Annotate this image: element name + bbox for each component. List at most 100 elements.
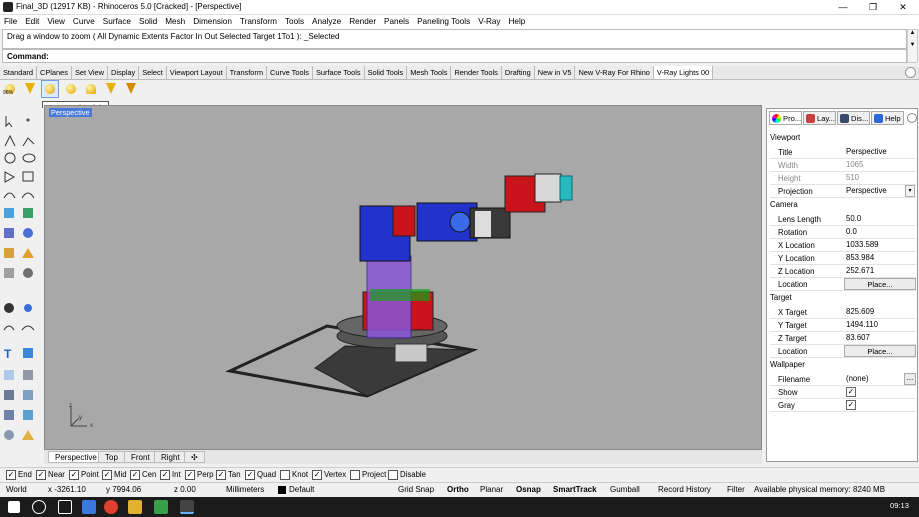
viewport-title[interactable]: Perspective [49, 108, 92, 117]
camera-place-button[interactable]: Place... [844, 278, 916, 290]
menu-curve[interactable]: Curve [69, 15, 99, 29]
units-indicator[interactable]: Millimeters [226, 483, 264, 497]
edge-icon[interactable] [82, 500, 96, 514]
tab-standard[interactable]: Standard [0, 66, 37, 79]
panel-gear-icon[interactable] [907, 113, 917, 123]
lens-length-field[interactable]: 50.0 [844, 213, 916, 225]
menu-view[interactable]: View [43, 15, 69, 29]
osnap-near[interactable]: ✓ Near [36, 469, 65, 481]
tab-display[interactable]: Display [107, 66, 140, 79]
target-place-button[interactable]: Place... [844, 345, 916, 357]
task-view-icon[interactable] [58, 500, 72, 514]
gumball-toggle[interactable]: Gumball [610, 483, 640, 497]
tab-perspective[interactable]: Perspective [48, 451, 104, 463]
menu-tools[interactable]: Tools [281, 15, 308, 29]
osnap-toggle[interactable]: Osnap [516, 483, 541, 497]
tab-select[interactable]: Select [139, 66, 167, 79]
osnap-checkbox[interactable] [388, 470, 398, 480]
chrome-icon[interactable] [104, 500, 118, 514]
osnap-checkbox[interactable]: ✓ [102, 470, 112, 480]
smarttrack-toggle[interactable]: SmartTrack [553, 483, 597, 497]
menu-solid[interactable]: Solid [135, 15, 161, 29]
tab-top[interactable]: Top [98, 451, 125, 463]
menu-help[interactable]: Help [505, 15, 530, 29]
osnap-knot[interactable]: Knot [280, 469, 308, 481]
osnap-point[interactable]: ✓ Point [69, 469, 99, 481]
x-target-field[interactable]: 825.609 [844, 306, 916, 318]
windows-start-icon[interactable] [8, 501, 20, 513]
tab-cplanes[interactable]: CPlanes [37, 66, 72, 79]
osnap-mid[interactable]: ✓ Mid [102, 469, 127, 481]
matlab-icon[interactable] [154, 500, 168, 514]
filename-field[interactable]: (none) [844, 373, 902, 385]
osnap-checkbox[interactable]: ✓ [6, 470, 16, 480]
title-field[interactable]: Perspective [844, 146, 916, 158]
tab-curve-tools[interactable]: Curve Tools [267, 66, 313, 79]
y-target-field[interactable]: 1494.110 [844, 319, 916, 331]
layer-indicator[interactable]: Default [289, 483, 314, 497]
create-point-light-button[interactable] [41, 80, 60, 98]
osnap-quad[interactable]: ✓ Quad [245, 469, 276, 481]
y-location-field[interactable]: 853.984 [844, 252, 916, 264]
close-button[interactable]: ✕ [888, 0, 918, 15]
tab-vray-lights[interactable]: V-Ray Lights 00 [653, 66, 714, 79]
osnap-checkbox[interactable]: ✓ [185, 470, 195, 480]
menu-surface[interactable]: Surface [99, 15, 135, 29]
sun-light-tool[interactable]: 96% [2, 81, 18, 97]
planar-toggle[interactable]: Planar [480, 483, 503, 497]
show-checkbox[interactable]: ✓ [846, 387, 856, 397]
command-line[interactable]: Command: [2, 49, 907, 63]
menu-paneling-tools[interactable]: Paneling Tools [413, 15, 474, 29]
tab-drafting[interactable]: Drafting [501, 66, 535, 79]
menu-mesh[interactable]: Mesh [161, 15, 189, 29]
tab-display[interactable]: Dis... [837, 111, 870, 125]
osnap-checkbox[interactable]: ✓ [130, 470, 140, 480]
dome-light-tool[interactable] [83, 81, 99, 97]
osnap-perp[interactable]: ✓ Perp [185, 469, 213, 481]
tab-render-tools[interactable]: Render Tools [451, 66, 502, 79]
tab-solid-tools[interactable]: Solid Tools [364, 66, 408, 79]
menu-dimension[interactable]: Dimension [189, 15, 236, 29]
tab-help[interactable]: Help [871, 111, 904, 125]
tab-viewport-layout[interactable]: Viewport Layout [166, 66, 227, 79]
tab-properties[interactable]: Pro... [769, 111, 802, 125]
tab-set-view[interactable]: Set View [71, 66, 108, 79]
tab-surface-tools[interactable]: Surface Tools [312, 66, 365, 79]
osnap-tan[interactable]: ✓ Tan [216, 469, 241, 481]
perspective-viewport[interactable]: Perspective z y x [44, 105, 762, 450]
chevron-down-icon[interactable]: ▾ [905, 185, 915, 197]
osnap-project[interactable]: Project [350, 469, 386, 481]
filter-toggle[interactable]: Filter [727, 483, 745, 497]
osnap-checkbox[interactable]: ✓ [245, 470, 255, 480]
ies-light-tool[interactable] [123, 81, 139, 97]
command-history-scrollbar[interactable]: ▲ ▼ [907, 29, 918, 63]
osnap-checkbox[interactable]: ✓ [160, 470, 170, 480]
rotation-field[interactable]: 0.0 [844, 226, 916, 238]
add-viewport-icon[interactable]: ✣ [184, 451, 205, 463]
osnap-checkbox[interactable]: ✓ [69, 470, 79, 480]
tab-right[interactable]: Right [154, 451, 187, 463]
osnap-int[interactable]: ✓ Int [160, 469, 181, 481]
menu-edit[interactable]: Edit [21, 15, 43, 29]
browse-button[interactable]: ... [904, 373, 916, 385]
z-location-field[interactable]: 252.671 [844, 265, 916, 277]
sphere-light-tool[interactable] [63, 81, 79, 97]
cplane-indicator[interactable]: World [6, 483, 27, 497]
osnap-end[interactable]: ✓ End [6, 469, 32, 481]
z-target-field[interactable]: 83.607 [844, 332, 916, 344]
menu-file[interactable]: File [0, 15, 21, 29]
sky-light-tool[interactable] [22, 81, 38, 97]
osnap-checkbox[interactable]: ✓ [216, 470, 226, 480]
menu-vray[interactable]: V-Ray [474, 15, 504, 29]
osnap-disable[interactable]: Disable [388, 469, 426, 481]
tab-layers[interactable]: Lay... [803, 111, 836, 125]
tab-front[interactable]: Front [124, 451, 157, 463]
spot-light-tool[interactable] [103, 81, 119, 97]
osnap-checkbox[interactable]: ✓ [312, 470, 322, 480]
x-location-field[interactable]: 1033.589 [844, 239, 916, 251]
search-icon[interactable] [32, 500, 46, 514]
osnap-vertex[interactable]: ✓ Vertex [312, 469, 346, 481]
tab-mesh-tools[interactable]: Mesh Tools [407, 66, 452, 79]
rhino-taskbar-icon[interactable] [180, 500, 194, 514]
file-explorer-icon[interactable] [128, 500, 142, 514]
